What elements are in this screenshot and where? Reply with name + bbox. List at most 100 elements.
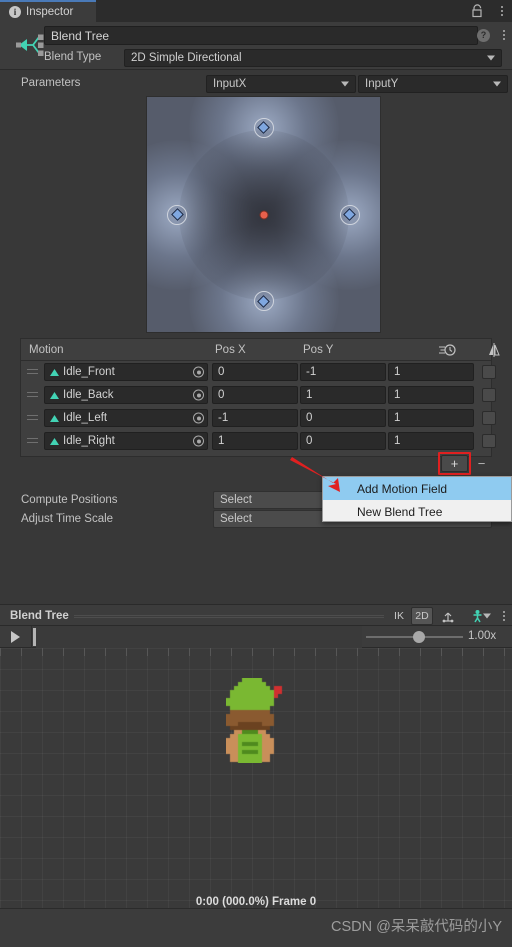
- pos-y-field[interactable]: -1: [300, 363, 386, 381]
- blend-node-glow: [188, 97, 339, 203]
- remove-motion-button-label: −: [477, 456, 486, 471]
- object-picker-icon[interactable]: [193, 389, 204, 401]
- parameter-x-value: InputX: [213, 78, 247, 90]
- watermark-text: CSDN @呆呆敲代码的小Y: [330, 919, 502, 935]
- row-drag-handle[interactable]: [27, 369, 38, 375]
- speed-field[interactable]: 1: [388, 409, 474, 427]
- speed-field[interactable]: 1: [388, 363, 474, 381]
- play-button[interactable]: [0, 626, 32, 648]
- annotation-arrow-icon: [290, 457, 340, 492]
- blend-node-idle_left[interactable]: [167, 204, 188, 225]
- pivot-axis-button[interactable]: [437, 607, 459, 625]
- asset-name-value: Blend Tree: [51, 28, 110, 43]
- mirror-checkbox[interactable]: [482, 434, 496, 448]
- playhead-handle[interactable]: [33, 628, 36, 646]
- motion-clip-field[interactable]: Idle_Left: [44, 409, 208, 427]
- table-row[interactable]: Idle_Left -1 0 1: [21, 407, 496, 430]
- table-row[interactable]: Idle_Back 0 1 1: [21, 384, 496, 407]
- playback-speed-knob[interactable]: [413, 631, 425, 643]
- blend-node-ring: [253, 117, 274, 138]
- table-row[interactable]: Idle_Front 0 -1 1: [21, 361, 496, 384]
- help-icon[interactable]: ?: [477, 29, 490, 42]
- tab-inspector[interactable]: i Inspector: [0, 0, 96, 22]
- pos-y-field[interactable]: 0: [300, 432, 386, 450]
- parameter-y-dropdown[interactable]: InputY: [358, 75, 508, 93]
- parameters-row: Parameters InputX InputY: [0, 72, 512, 96]
- blend-node-idle_back[interactable]: [253, 117, 274, 138]
- motion-table-header: Motion Pos X Pos Y: [21, 339, 500, 361]
- blend-node-diamond-icon: [257, 295, 270, 308]
- column-header-motion: Motion: [29, 344, 64, 356]
- ik-toggle-button[interactable]: IK: [389, 607, 409, 625]
- mode-2d-label: 2D: [415, 610, 429, 622]
- mirror-checkbox[interactable]: [482, 365, 496, 379]
- motion-clip-field[interactable]: Idle_Right: [44, 432, 208, 450]
- motion-clip-field[interactable]: Idle_Front: [44, 363, 208, 381]
- preview-title-rule: [74, 615, 384, 618]
- playback-speed-slider[interactable]: [366, 631, 463, 643]
- preview-menu-icon[interactable]: [503, 611, 505, 621]
- pos-x-field[interactable]: 1: [212, 432, 298, 450]
- blend-graph[interactable]: [146, 96, 381, 333]
- pos-y-field[interactable]: 0: [300, 409, 386, 427]
- blend-type-dropdown[interactable]: 2D Simple Directional: [124, 49, 502, 67]
- speed-clock-icon: [439, 344, 456, 356]
- blend-node-glow: [188, 226, 339, 332]
- timeline-scrubber[interactable]: [36, 626, 362, 648]
- column-header-pos-x: Pos X: [215, 344, 246, 356]
- motion-clip-name: Idle_Right: [63, 435, 115, 447]
- chevron-down-icon: [487, 55, 495, 61]
- mode-2d-toggle-button[interactable]: 2D: [411, 607, 433, 625]
- header-menu-icon[interactable]: [503, 30, 505, 40]
- pos-y-field[interactable]: 1: [300, 386, 386, 404]
- table-row[interactable]: Idle_Right 1 0 1: [21, 430, 496, 453]
- info-icon: i: [9, 6, 21, 18]
- animation-clip-icon: [50, 391, 59, 399]
- avatar-selector-button[interactable]: [462, 607, 492, 625]
- lock-icon[interactable]: [471, 4, 484, 18]
- preview-toolbar: Blend Tree IK 2D: [0, 604, 512, 626]
- window-menu-icon[interactable]: [501, 6, 503, 16]
- row-drag-handle[interactable]: [27, 392, 38, 398]
- parameter-x-dropdown[interactable]: InputX: [206, 75, 356, 93]
- object-picker-icon[interactable]: [193, 366, 204, 378]
- speed-field[interactable]: 1: [388, 432, 474, 450]
- pivot-axis-icon: [442, 612, 453, 622]
- blend-node-glow: [274, 139, 380, 290]
- speed-field[interactable]: 1: [388, 386, 474, 404]
- preview-title: Blend Tree: [10, 610, 69, 622]
- remove-motion-button[interactable]: −: [473, 455, 490, 472]
- pos-x-field[interactable]: 0: [212, 363, 298, 381]
- parameter-y-value: InputY: [365, 78, 399, 90]
- inspector-header: Blend Tree ? Blend Type 2D Simple Direct…: [0, 22, 512, 70]
- blend-node-idle_front[interactable]: [253, 291, 274, 312]
- object-picker-icon[interactable]: [193, 435, 204, 447]
- character-sprite: [226, 678, 286, 763]
- row-drag-handle[interactable]: [27, 415, 38, 421]
- menu-item[interactable]: New Blend Tree: [323, 500, 511, 523]
- object-picker-icon[interactable]: [193, 412, 204, 424]
- adjust-time-scale-value: Select: [220, 513, 252, 525]
- pos-x-field[interactable]: -1: [212, 409, 298, 427]
- blend-node-ring: [339, 204, 360, 225]
- motion-clip-field[interactable]: Idle_Back: [44, 386, 208, 404]
- blend-node-diamond-icon: [257, 121, 270, 134]
- animation-clip-icon: [50, 414, 59, 422]
- chevron-down-icon: [483, 613, 491, 619]
- column-header-pos-y: Pos Y: [303, 344, 334, 356]
- tab-inspector-label: Inspector: [26, 6, 74, 18]
- pos-x-field[interactable]: 0: [212, 386, 298, 404]
- timeline-ruler: [0, 648, 512, 656]
- mirror-checkbox[interactable]: [482, 388, 496, 402]
- current-blend-position-dot[interactable]: [259, 210, 268, 219]
- mirror-icon: [489, 343, 500, 357]
- mirror-checkbox[interactable]: [482, 411, 496, 425]
- blend-node-idle_right[interactable]: [339, 204, 360, 225]
- motion-clip-name: Idle_Front: [63, 366, 115, 378]
- motion-table: Motion Pos X Pos Y Idle_Front 0 -1 1 Idle_Ba…: [20, 338, 500, 457]
- blend-node-diamond-icon: [170, 208, 184, 221]
- row-drag-handle[interactable]: [27, 438, 38, 444]
- asset-name-field[interactable]: Blend Tree: [44, 26, 478, 45]
- playback-speed-value: 1.00x: [468, 630, 497, 642]
- play-icon: [11, 631, 20, 643]
